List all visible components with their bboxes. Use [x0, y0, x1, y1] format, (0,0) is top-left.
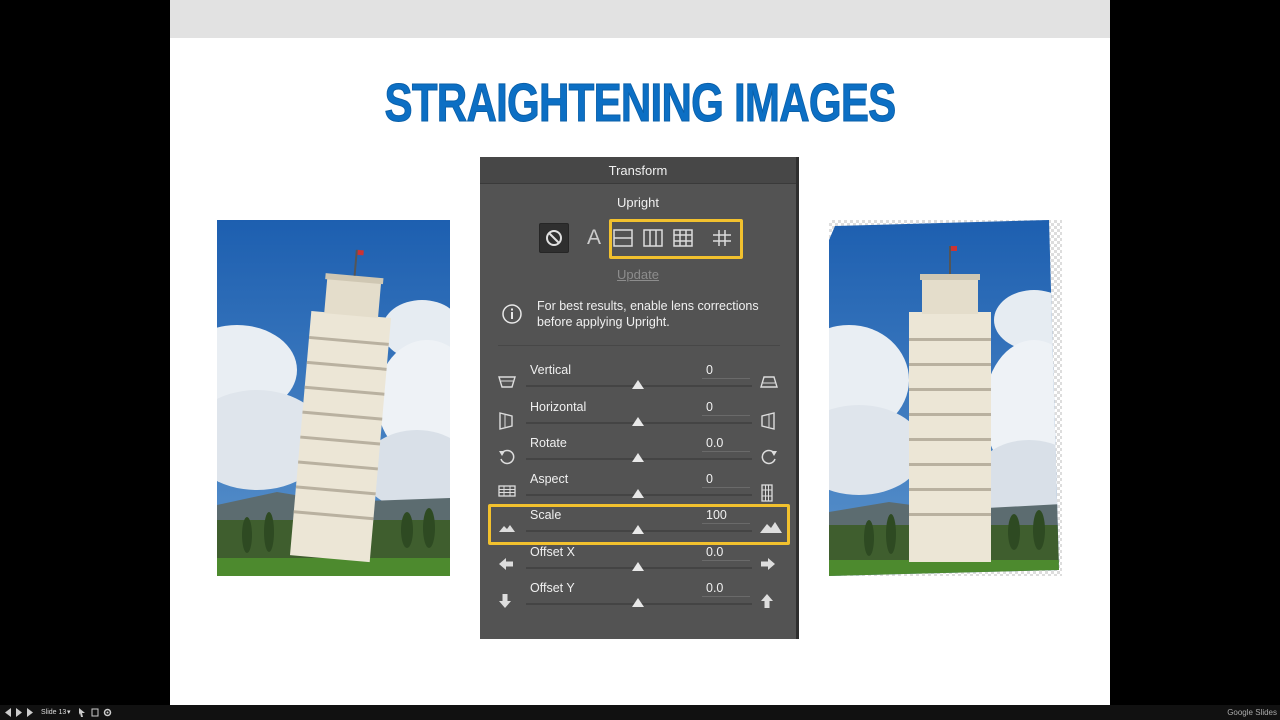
arrow-left-icon — [498, 557, 518, 577]
slides-control-bar: Slide 13 ▾ Google Slides — [0, 705, 1280, 720]
panel-header: Transform — [480, 157, 796, 184]
arrow-up-icon — [760, 593, 780, 613]
vertical-minus-icon — [498, 375, 518, 395]
upright-off-button[interactable] — [539, 223, 569, 253]
slider-thumb[interactable] — [632, 489, 644, 498]
slider-horizontal[interactable]: Horizontal 0 — [480, 400, 796, 436]
google-slides-brand: Google Slides — [1227, 708, 1277, 717]
straightened-photo — [829, 220, 1062, 576]
arrow-right-icon — [760, 557, 780, 577]
slider-value-input[interactable]: 0 — [702, 363, 750, 379]
presentation-stage: STRAIGHTENING IMAGES Transform Upright A… — [0, 0, 1280, 720]
play-icon[interactable] — [15, 708, 23, 717]
upright-label: Upright — [617, 195, 659, 210]
slider-aspect[interactable]: Aspect 0 — [480, 472, 796, 508]
slider-thumb[interactable] — [632, 562, 644, 571]
fullscreen-icon[interactable] — [91, 708, 99, 717]
slider-offset-y[interactable]: Offset Y 0.0 — [480, 581, 796, 617]
slider-value-input[interactable]: 0.0 — [702, 545, 750, 561]
vertical-plus-icon — [760, 375, 780, 395]
slider-thumb[interactable] — [632, 453, 644, 462]
slider-label: Offset Y — [530, 581, 575, 595]
original-photo — [217, 220, 450, 576]
rotate-right-icon — [760, 448, 780, 468]
slider-vertical[interactable]: Vertical 0 — [480, 363, 796, 399]
previous-slide-icon[interactable] — [4, 708, 12, 717]
prohibited-icon — [546, 230, 562, 246]
slide-title: STRAIGHTENING IMAGES — [384, 73, 896, 134]
slide-selector[interactable]: Slide 13 — [41, 708, 66, 717]
pointer-icon[interactable] — [78, 708, 86, 717]
slider-label: Vertical — [530, 363, 571, 377]
rotate-left-icon — [498, 448, 518, 468]
horizontal-minus-icon — [498, 412, 518, 432]
next-slide-icon[interactable] — [26, 708, 34, 717]
slider-thumb[interactable] — [632, 598, 644, 607]
slider-rotate[interactable]: Rotate 0.0 — [480, 436, 796, 472]
slider-value-input[interactable]: 0.0 — [702, 581, 750, 597]
slider-label: Horizontal — [530, 400, 587, 414]
chevron-down-icon[interactable]: ▾ — [67, 708, 71, 717]
slider-value-input[interactable]: 0 — [702, 472, 750, 488]
panel-divider — [498, 345, 780, 346]
aspect-tall-icon — [760, 484, 780, 504]
slide-top-band — [170, 0, 1110, 38]
arrow-down-icon — [498, 593, 518, 613]
scale-highlight — [488, 504, 790, 545]
horizontal-plus-icon — [760, 412, 780, 432]
update-link[interactable]: Update — [480, 267, 796, 282]
info-message: For best results, enable lens correction… — [537, 299, 759, 329]
slider-thumb[interactable] — [632, 380, 644, 389]
slider-label: Aspect — [530, 472, 569, 486]
slider-offset-x[interactable]: Offset X 0.0 — [480, 545, 796, 581]
info-icon — [502, 304, 522, 324]
transform-panel: Transform Upright A Update For best resu… — [480, 157, 799, 639]
aspect-wide-icon — [498, 484, 518, 504]
slider-thumb[interactable] — [632, 417, 644, 426]
slider-value-input[interactable]: 0 — [702, 400, 750, 416]
upright-auto-button[interactable]: A — [579, 223, 609, 253]
slider-value-input[interactable]: 0.0 — [702, 436, 750, 452]
gear-icon[interactable] — [103, 708, 112, 717]
slider-label: Offset X — [530, 545, 575, 559]
upright-modes-highlight — [609, 219, 743, 259]
slide: STRAIGHTENING IMAGES Transform Upright A… — [170, 0, 1110, 705]
slider-label: Rotate — [530, 436, 567, 450]
